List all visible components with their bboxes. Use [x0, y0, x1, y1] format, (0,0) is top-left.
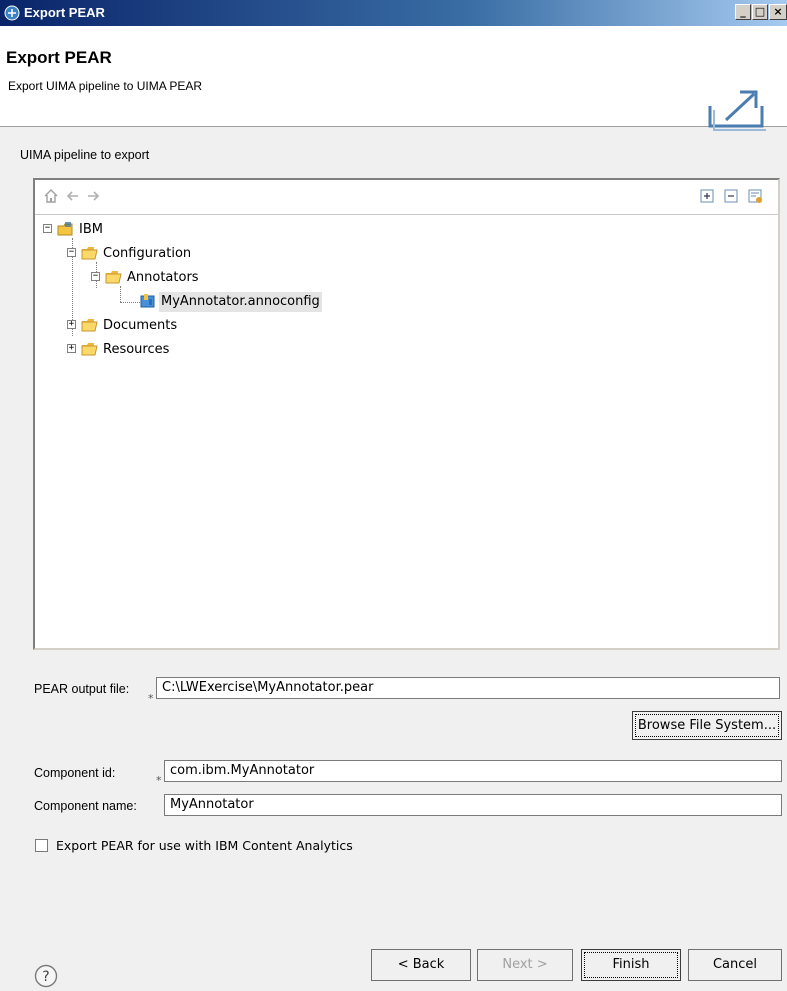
tree-node-label: Documents	[103, 318, 178, 333]
folder-icon	[81, 319, 98, 332]
collapse-all-icon[interactable]	[723, 188, 739, 204]
expand-toggle[interactable]: +	[67, 320, 76, 329]
required-marker: *	[156, 774, 162, 787]
maximize-button[interactable]: □	[752, 4, 768, 20]
export-icon	[708, 90, 766, 131]
tree-toolbar	[35, 180, 778, 215]
tree-guide-line	[120, 302, 140, 303]
project-icon	[57, 222, 73, 236]
back-arrow-icon[interactable]	[65, 188, 81, 204]
tree-node-documents[interactable]: + Documents	[67, 316, 287, 336]
component-id-input[interactable]: com.ibm.MyAnnotator	[164, 760, 782, 782]
app-icon	[4, 5, 20, 21]
folder-icon	[105, 271, 122, 284]
pipeline-tree-panel: − IBM − Configuration − Annotators MyAnn…	[33, 178, 780, 650]
finish-button[interactable]: Finish	[581, 949, 681, 981]
banner-title: Export PEAR	[6, 48, 112, 67]
collapse-toggle[interactable]: −	[43, 224, 52, 233]
tree-node-label: IBM	[79, 222, 103, 237]
help-icon[interactable]: ?	[34, 964, 58, 988]
cancel-button[interactable]: Cancel	[688, 949, 782, 981]
window-title: Export PEAR	[24, 5, 105, 20]
forward-arrow-icon[interactable]	[85, 188, 101, 204]
tree-node-label: Configuration	[103, 246, 192, 261]
pipeline-tree: − IBM − Configuration − Annotators MyAnn…	[35, 216, 778, 646]
export-pear-dialog: Export PEAR _ □ × Export PEAR Export UIM…	[0, 0, 787, 991]
next-button[interactable]: Next >	[477, 949, 573, 981]
back-button[interactable]: < Back	[371, 949, 471, 981]
tree-node-annotators[interactable]: − Annotators	[91, 268, 311, 288]
minimize-button[interactable]: _	[735, 4, 751, 20]
pear-output-file-input[interactable]: C:\LWExercise\MyAnnotator.pear	[156, 677, 780, 699]
title-bar[interactable]: Export PEAR _ □ ×	[0, 0, 787, 26]
wizard-banner: Export PEAR Export UIMA pipeline to UIMA…	[0, 26, 787, 131]
annotator-config-icon	[140, 294, 155, 308]
browse-file-system-button[interactable]: Browse File System...	[632, 711, 782, 740]
tree-node-resources[interactable]: + Resources	[67, 340, 287, 360]
component-name-input[interactable]: MyAnnotator	[164, 794, 782, 816]
export-ica-checkbox[interactable]	[35, 839, 48, 852]
pear-output-label: PEAR output file:	[34, 682, 130, 696]
folder-icon	[81, 247, 98, 260]
collapse-toggle[interactable]: −	[91, 272, 100, 281]
tree-node-label: Annotators	[127, 270, 199, 285]
export-ica-label[interactable]: Export PEAR for use with IBM Content Ana…	[56, 838, 353, 853]
tree-node-label: Resources	[103, 342, 170, 357]
close-button[interactable]: ×	[769, 4, 787, 20]
view-menu-icon[interactable]	[747, 188, 763, 204]
collapse-toggle[interactable]: −	[67, 248, 76, 257]
banner-description: Export UIMA pipeline to UIMA PEAR	[8, 79, 203, 93]
expand-all-icon[interactable]	[699, 188, 715, 204]
component-name-label: Component name:	[34, 799, 137, 813]
tree-node-myannotator[interactable]: MyAnnotator.annoconfig	[139, 292, 379, 312]
svg-text:?: ?	[42, 969, 49, 985]
pipeline-label: UIMA pipeline to export	[20, 148, 150, 162]
tree-node-configuration[interactable]: − Configuration	[67, 244, 287, 264]
component-id-label: Component id:	[34, 766, 116, 780]
tree-node-ibm[interactable]: − IBM	[43, 220, 243, 240]
required-marker: *	[148, 692, 154, 705]
tree-node-label: MyAnnotator.annoconfig	[159, 292, 322, 312]
tree-guide-line	[120, 286, 121, 302]
home-icon[interactable]	[43, 188, 59, 204]
folder-icon	[81, 343, 98, 356]
expand-toggle[interactable]: +	[67, 344, 76, 353]
